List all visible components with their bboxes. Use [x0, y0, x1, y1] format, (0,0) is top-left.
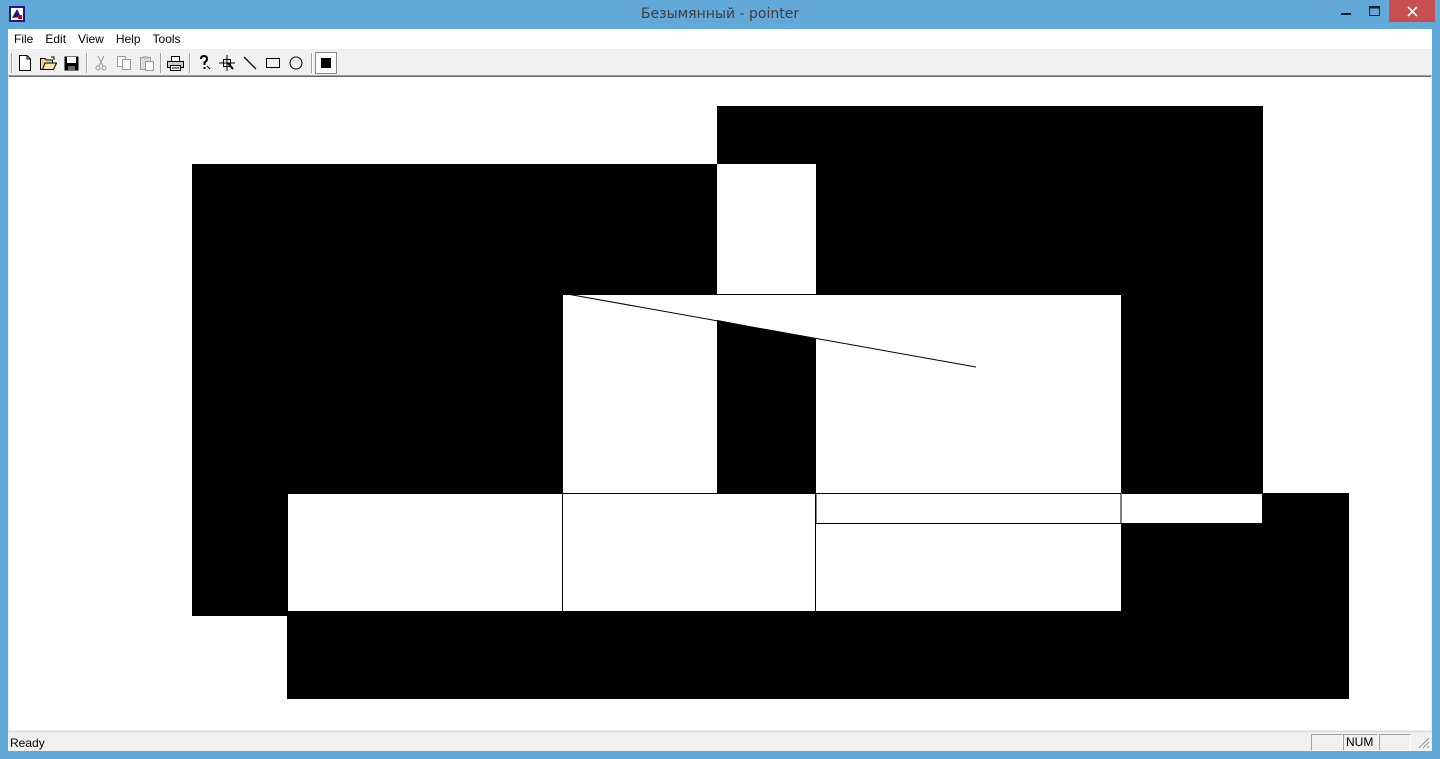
new-button[interactable]	[14, 52, 36, 74]
new-icon	[19, 55, 31, 71]
close-button[interactable]	[1389, 0, 1435, 22]
pointer-tool-button[interactable]	[216, 52, 238, 74]
menu-tools[interactable]: Tools	[147, 29, 187, 49]
rectangle-tool-icon	[266, 58, 280, 68]
title-bar[interactable]: Безымянный - pointer	[0, 0, 1440, 29]
pointer-tool-icon	[219, 55, 235, 71]
drawing-canvas[interactable]	[9, 76, 1431, 730]
cut-icon	[95, 55, 107, 71]
help-button[interactable]	[193, 52, 215, 74]
toolbar-separator	[189, 53, 191, 73]
paste-button[interactable]	[136, 52, 158, 74]
toolbar-separator	[160, 53, 162, 73]
minimize-icon	[1341, 13, 1351, 15]
copy-icon	[117, 56, 131, 70]
cut-button[interactable]	[90, 52, 112, 74]
menu-help[interactable]: Help	[110, 29, 147, 49]
save-icon	[64, 56, 78, 70]
ellipse-tool-button[interactable]	[285, 52, 307, 74]
paste-icon	[140, 56, 154, 71]
resize-grip-icon[interactable]	[1418, 737, 1430, 749]
toolbar	[8, 50, 1432, 76]
copy-button[interactable]	[113, 52, 135, 74]
toolbar-separator	[311, 53, 313, 73]
open-folder-icon	[39, 56, 57, 70]
filled-rectangle	[717, 320, 816, 494]
menu-view[interactable]: View	[72, 29, 110, 49]
filled-rectangle	[1121, 294, 1263, 494]
toolbar-grip[interactable]	[11, 53, 13, 73]
client-area: File Edit View Help Tools Ready NUM	[8, 29, 1432, 751]
menu-edit[interactable]: Edit	[39, 29, 72, 49]
line-tool-button[interactable]	[239, 52, 261, 74]
status-pane-scroll	[1379, 734, 1411, 751]
close-icon	[1406, 5, 1418, 17]
app-window: Безымянный - pointer File Edit View Help…	[0, 0, 1440, 759]
rectangle-tool-button[interactable]	[262, 52, 284, 74]
drawing-surface[interactable]	[9, 77, 1431, 731]
ellipse-tool-icon	[289, 56, 303, 70]
menu-file[interactable]: File	[8, 29, 39, 49]
toolbar-separator	[86, 53, 88, 73]
menu-bar: File Edit View Help Tools	[8, 29, 1432, 49]
print-icon	[166, 55, 184, 71]
save-button[interactable]	[60, 52, 82, 74]
status-text: Ready	[10, 736, 45, 750]
help-question-icon	[200, 55, 211, 70]
print-button[interactable]	[164, 52, 186, 74]
white-rectangle	[717, 164, 816, 295]
minimize-button[interactable]	[1332, 0, 1360, 22]
outlined-rectangle	[562, 294, 1122, 494]
window-title: Безымянный - pointer	[640, 6, 800, 22]
fill-color-icon	[321, 58, 331, 68]
filled-rectangle	[1121, 524, 1263, 612]
filled-rectangle	[1263, 493, 1349, 523]
status-pane-caps	[1311, 734, 1343, 751]
status-bar: Ready NUM	[8, 731, 1432, 751]
maximize-button[interactable]	[1360, 0, 1388, 22]
open-button[interactable]	[37, 52, 59, 74]
maximize-icon	[1368, 6, 1380, 16]
outlined-rectangle	[562, 493, 816, 612]
status-pane-num: NUM	[1343, 734, 1378, 751]
line-tool-icon	[243, 56, 257, 70]
fill-color-button[interactable]	[315, 52, 337, 74]
